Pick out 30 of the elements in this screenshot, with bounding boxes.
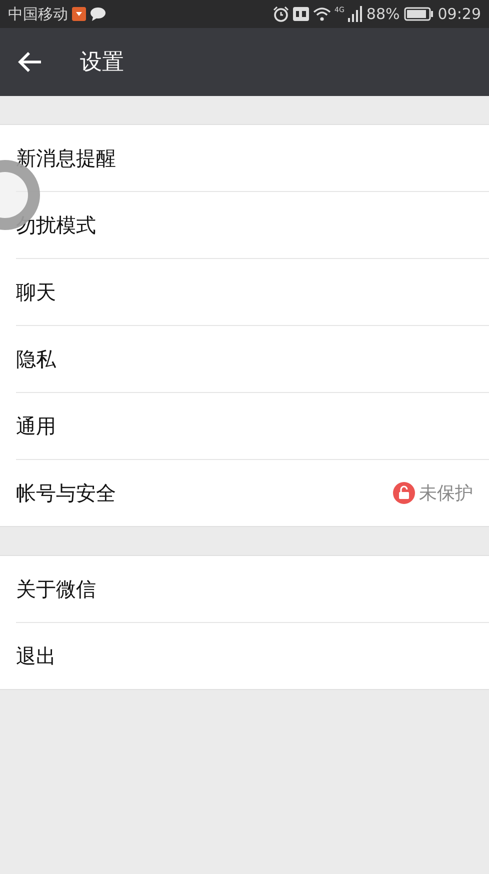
settings-label: 聊天 — [16, 278, 57, 306]
wifi-icon — [312, 7, 331, 21]
clock-time: 09:29 — [438, 5, 481, 23]
lock-icon — [393, 482, 415, 504]
settings-row[interactable]: 新消息提醒 — [16, 125, 489, 192]
app-notification-icon — [72, 7, 86, 21]
settings-label: 新消息提醒 — [16, 144, 117, 172]
settings-label: 通用 — [16, 412, 57, 440]
settings-label: 隐私 — [16, 346, 57, 372]
signal-icon — [348, 6, 362, 22]
settings-row[interactable]: 帐号与安全 未保护 — [16, 460, 489, 526]
settings-label: 勿扰模式 — [16, 212, 97, 238]
page-title: 设置 — [80, 49, 124, 77]
settings-row[interactable]: 通用 — [16, 393, 489, 460]
hd-icon — [292, 7, 309, 21]
settings-row[interactable]: 勿扰模式 — [16, 192, 489, 259]
settings-row[interactable]: 聊天 — [16, 259, 489, 326]
settings-label: 关于微信 — [16, 576, 97, 602]
settings-row[interactable]: 隐私 — [16, 326, 489, 393]
carrier-name: 中国移动 — [8, 4, 68, 24]
settings-row[interactable]: 关于微信 — [16, 556, 489, 623]
battery-icon — [404, 7, 434, 21]
settings-label: 退出 — [16, 642, 57, 670]
settings-label: 帐号与安全 — [16, 480, 117, 506]
chat-bubble-icon — [90, 7, 106, 21]
back-button[interactable] — [18, 51, 42, 73]
settings-row[interactable]: 退出 — [16, 623, 489, 689]
security-status: 未保护 — [419, 482, 473, 505]
alarm-icon — [272, 6, 289, 22]
battery-percent: 88% — [366, 5, 400, 23]
